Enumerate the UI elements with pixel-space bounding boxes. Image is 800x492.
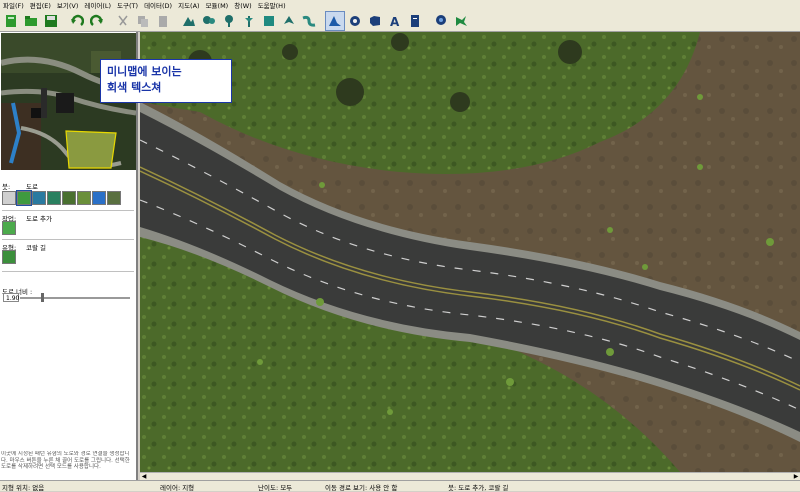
status-bar: 지형 위치: 없음 레이어: 지형 난이도: 모두 이동 경로 보기: 사용 안… [0,480,800,492]
cliff-icon[interactable] [346,12,364,30]
brush-tree-swatch[interactable] [62,191,76,205]
menu-edit[interactable]: 편집(E) [27,0,54,10]
type-swatch[interactable] [2,250,16,264]
dragon-icon[interactable] [452,12,470,30]
scroll-left-icon[interactable]: ◀ [140,473,148,480]
svg-text:A: A [390,15,400,28]
trees-icon[interactable] [200,12,218,30]
text-icon[interactable]: A [386,12,404,30]
tile-icon[interactable] [260,12,278,30]
type-value: 코랄 길 [26,244,47,252]
copy-icon[interactable] [134,12,152,30]
undo-icon[interactable] [68,12,86,30]
scroll-right-icon[interactable]: ▶ [792,473,800,480]
menu-view[interactable]: 보기(V) [54,0,81,10]
open-folder-icon[interactable] [22,12,40,30]
unit-icon[interactable] [280,12,298,30]
brush-cliff-swatch[interactable] [2,191,16,205]
width-slider-track[interactable] [20,297,130,299]
brush-doodad-swatch[interactable] [107,191,121,205]
menu-bar: 파일(F) 편집(E) 보기(V) 레이어(L) 도구(T) 데이터(D) 지도… [0,0,800,10]
road-icon[interactable] [325,10,345,31]
divider [2,271,134,272]
brush-label: 붓: [2,183,11,191]
tree-icon[interactable] [220,12,238,30]
cut-icon[interactable] [114,12,132,30]
brush-forest-swatch[interactable] [47,191,61,205]
width-value-box[interactable]: 1.90 [3,293,19,302]
document-icon[interactable] [406,12,424,30]
minimap-callout: 미니맵에 보이는 회색 텍스쳐 [100,59,232,103]
action-value: 도로 추가 [26,215,52,223]
brush-drop-swatch[interactable] [92,191,106,205]
region-icon[interactable] [366,12,384,30]
menu-layer[interactable]: 레이어(L) [81,0,114,10]
paste-icon[interactable] [154,12,172,30]
width-slider-thumb[interactable] [40,293,44,302]
brush-value: 도로 [26,183,38,191]
path-icon[interactable] [300,12,318,30]
menu-window[interactable]: 창(W) [231,0,254,10]
map-horizontal-scrollbar[interactable]: ◀ ▶ [140,472,800,480]
help-text: 이곳에 지정된 패턴 유형의 도로와 경로 연결을 생성합니다. 마우스 버튼을… [1,451,130,470]
map-viewport[interactable] [140,32,800,472]
brush-grass-swatch[interactable] [77,191,91,205]
doodad-icon[interactable] [240,12,258,30]
terrain-icon[interactable] [180,12,198,30]
menu-tools[interactable]: 도구(T) [114,0,141,10]
divider [2,239,134,240]
redo-icon[interactable] [88,12,106,30]
action-swatch[interactable] [2,221,16,235]
callout-line1: 미니맵에 보이는 [107,65,182,78]
divider [2,210,134,211]
brush-road-swatch[interactable] [16,190,32,206]
toolbar: A [0,10,800,32]
menu-file[interactable]: 파일(F) [0,0,27,10]
menu-map[interactable]: 지도(A) [175,0,202,10]
brush-water-swatch[interactable] [32,191,46,205]
menu-help[interactable]: 도움말(H) [255,0,289,10]
brush-swatches [2,190,122,206]
menu-module[interactable]: 모듈(M) [203,0,232,10]
new-file-icon[interactable] [2,12,20,30]
save-icon[interactable] [42,12,60,30]
tree-brush-icon[interactable] [432,12,450,30]
callout-line2: 회색 텍스쳐 [107,81,162,94]
menu-data[interactable]: 데이터(D) [141,0,175,10]
